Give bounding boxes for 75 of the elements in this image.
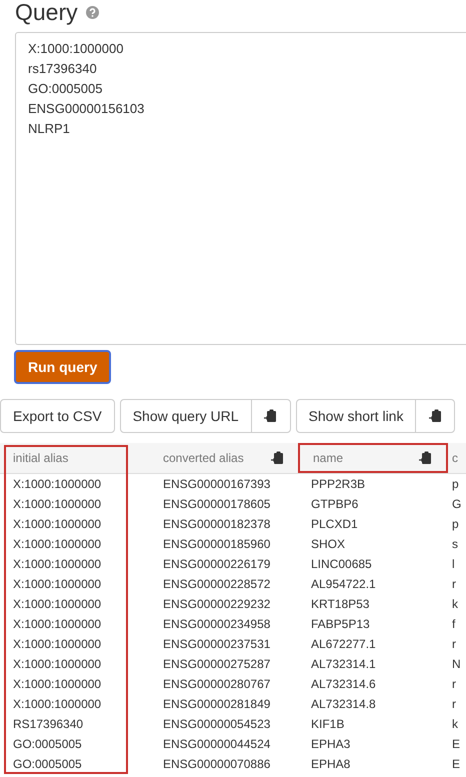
clipboard-icon	[271, 451, 284, 465]
table-cell-text: X:1000:1000000	[12, 696, 102, 713]
table-cell-text: f	[451, 616, 456, 633]
table-cell-text: GTPBP6	[310, 496, 360, 513]
table-cell-text: RS17396340	[12, 716, 84, 733]
table-cell-text: ENSG00000044524	[162, 736, 272, 753]
table-cell-text: ENSG00000281849	[162, 696, 272, 713]
table-cell-text: ENSG00000228572	[162, 576, 272, 593]
table-cell-text: LINC00685	[310, 556, 373, 573]
table-cell-text: AL672277.1	[310, 636, 377, 653]
table-cell-text: r	[451, 676, 457, 693]
help-icon[interactable]	[86, 6, 99, 18]
table-cell-text: s	[451, 536, 459, 553]
table-cell-text: r	[451, 696, 457, 713]
table-cell-text: E	[451, 756, 462, 773]
table-cell-text: AL732314.8	[310, 696, 377, 713]
clipboard-icon	[264, 409, 278, 423]
table-cell-text: ENSG00000234958	[162, 616, 272, 633]
table-cell-text: ENSG00000275287	[162, 656, 272, 673]
table-cell-text: GO:0005005	[12, 736, 83, 753]
table-cell-text: E	[451, 736, 462, 753]
table-cell-text: X:1000:1000000	[12, 476, 102, 493]
table-cell-text: AL732314.1	[310, 656, 377, 673]
table-cell-text: p	[451, 516, 460, 533]
run-query-button[interactable]: Run query	[14, 350, 112, 384]
table-cell-text: X:1000:1000000	[12, 656, 102, 673]
table-cell-text: AL732314.6	[310, 676, 377, 693]
column-header[interactable]: initial alias	[0, 443, 150, 473]
column-header[interactable]: converted alias	[150, 443, 298, 473]
table-cell-text: ENSG00000054523	[162, 716, 272, 733]
clipboard-icon	[419, 451, 432, 465]
table-cell-text: GO:0005005	[12, 756, 83, 773]
table-cell-text: FABP5P13	[310, 616, 371, 633]
table-cell-text: X:1000:1000000	[12, 596, 102, 613]
table-cell-text: G	[451, 496, 462, 513]
table-cell-text: X:1000:1000000	[12, 536, 102, 553]
table-cell-text: KRT18P53	[310, 596, 370, 613]
table-cell-text: PPP2R3B	[310, 476, 366, 493]
table-cell-text: N	[451, 656, 462, 673]
table-cell-text: ENSG00000182378	[162, 516, 272, 533]
column-header[interactable]: c	[448, 443, 466, 473]
column-header[interactable]: name	[298, 443, 448, 473]
table-cell-text: k	[451, 716, 459, 733]
table-cell-text: X:1000:1000000	[12, 556, 102, 573]
page-title: Query	[15, 0, 78, 24]
table-cell-text: ENSG00000178605	[162, 496, 272, 513]
table-cell-text: ENSG00000167393	[162, 476, 272, 493]
table-cell-text: ENSG00000185960	[162, 536, 272, 553]
show-button[interactable]: Show query URL	[120, 400, 252, 432]
table-cell-text: ENSG00000280767	[162, 676, 272, 693]
table-cell-text: p	[451, 476, 460, 493]
table-cell-text: PLCXD1	[310, 516, 359, 533]
table-cell-text: SHOX	[310, 536, 346, 553]
export-button[interactable]: Export to CSV	[0, 399, 115, 433]
query-field[interactable]: X:1000:1000000 rs17396340 GO:0005005 ENSG00000156103 NLRP1	[15, 32, 466, 345]
table-cell-text: l	[451, 556, 456, 573]
table-cell-text: ENSG00000070886	[162, 756, 272, 773]
table-cell-text: X:1000:1000000	[12, 616, 102, 633]
table-cell-text: X:1000:1000000	[12, 636, 102, 653]
table-cell-text: AL954722.1	[310, 576, 377, 593]
table-cell-text: X:1000:1000000	[12, 496, 102, 513]
table-cell-text: ENSG00000229232	[162, 596, 272, 613]
show-button[interactable]: Show short link	[296, 400, 416, 432]
table-cell-text: ENSG00000226179	[162, 556, 272, 573]
table-cell-text: EPHA8	[310, 756, 352, 773]
table-cell-text: X:1000:1000000	[12, 576, 102, 593]
table-cell-text: KIF1B	[310, 716, 346, 733]
table-cell-text: X:1000:1000000	[12, 676, 102, 693]
table-cell-text: EPHA3	[310, 736, 352, 753]
clipboard-icon	[428, 409, 442, 423]
table-cell-text: r	[451, 636, 457, 653]
table-cell-text: ENSG00000237531	[162, 636, 272, 653]
table-cell-text: k	[451, 596, 459, 613]
table-cell-text: r	[451, 576, 457, 593]
table-cell-text: X:1000:1000000	[12, 516, 102, 533]
